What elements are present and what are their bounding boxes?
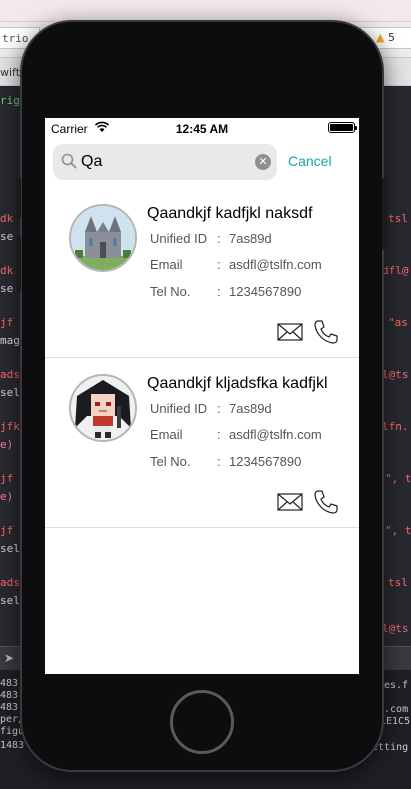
phone-icon[interactable] [313,489,339,515]
contact-name: Qaandkjf kadfjkl naksdf [147,205,313,222]
colon: : [217,284,221,299]
code-fragment: jfk [0,420,20,433]
search-bar[interactable]: ✕ [53,144,277,180]
code-fragment: lfn. [382,420,409,433]
unified-id-value: 7as89d [229,401,272,416]
unified-id-label: Unified ID [150,231,208,246]
phone-icon[interactable] [313,319,339,345]
home-button[interactable] [170,690,234,754]
tel-label: Tel No. [150,284,191,299]
contact-avatar [69,374,137,442]
contact-name: Qaandkjf kljadsfka kadfjkl [147,375,328,392]
unified-id-value: 7as89d [229,231,272,246]
clear-search-icon[interactable]: ✕ [255,154,271,170]
code-fragment: l@ts [382,622,409,635]
tel-value: 1234567890 [229,454,302,469]
warning-count: 5 [387,31,395,44]
mail-icon[interactable] [277,492,303,512]
cathedral-image [71,206,135,270]
code-fragment: jf [0,316,14,329]
contact-cell[interactable]: Qaandkjf kadfjkl naksdf Unified ID : 7as… [45,188,359,358]
mute-switch [16,178,21,218]
code-fragment: se [0,230,14,243]
volume-up-button [16,236,21,292]
code-fragment: sel [0,594,20,607]
location-icon[interactable]: ➤ [4,651,14,665]
colon: : [217,427,221,442]
colon: : [217,401,221,416]
code-fragment: rig [0,94,20,107]
search-input[interactable] [81,150,251,174]
status-bar: Carrier 12:45 AM [45,118,359,138]
code-fragment: se [0,282,14,295]
colon: : [217,454,221,469]
tel-value: 1234567890 [229,284,302,299]
code-fragment: ads [0,368,20,381]
code-fragment: l@ts [382,368,409,381]
console-fragment: es.f [384,680,409,691]
code-fragment: sel [0,542,20,555]
code-fragment: mag [0,334,20,347]
console-fragment: 483 [0,690,19,701]
pixel-character-image [71,376,135,440]
warning-indicator[interactable]: ▲ 5 [376,31,395,44]
warning-icon: ▲ [376,31,385,44]
contact-avatar [69,204,137,272]
email-value: asdfl@tslfn.com [229,257,322,272]
console-fragment: 1E1C5 [380,716,411,727]
code-fragment: "as [388,316,408,329]
status-time: 12:45 AM [175,122,229,136]
code-fragment: tsl [388,212,408,225]
code-fragment: tsl [388,576,408,589]
email-label: Email [150,257,183,272]
code-fragment: e) [0,438,14,451]
code-fragment: dk [0,212,14,225]
email-value: asdfl@tslfn.com [229,427,322,442]
code-fragment: jf [0,524,14,537]
console-fragment: 1483 [0,740,25,751]
search-icon [61,153,77,169]
code-fragment: dfl@ [382,264,409,277]
code-fragment: dk [0,264,14,277]
colon: : [217,257,221,272]
mac-menu-bar [0,0,411,22]
mail-icon[interactable] [277,322,303,342]
cancel-button[interactable]: Cancel [288,153,332,169]
editor-tab[interactable]: wift [0,66,20,79]
code-fragment: ", t [385,472,411,485]
code-fragment: ", t [385,524,411,537]
power-button [382,178,387,250]
code-fragment: jf [0,472,14,485]
code-fragment: ads [0,576,20,589]
email-label: Email [150,427,183,442]
tel-label: Tel No. [150,454,191,469]
unified-id-label: Unified ID [150,401,208,416]
code-fragment: sel [0,386,20,399]
contact-cell[interactable]: Qaandkjf kljadsfka kadfjkl Unified ID : … [45,358,359,528]
app-screen: Carrier 12:45 AM ✕ Cancel [45,118,359,674]
code-fragment: e) [0,490,14,503]
console-fragment: 483 [0,678,19,689]
console-fragment: 483 [0,702,19,713]
battery-icon [328,122,357,133]
colon: : [217,231,221,246]
